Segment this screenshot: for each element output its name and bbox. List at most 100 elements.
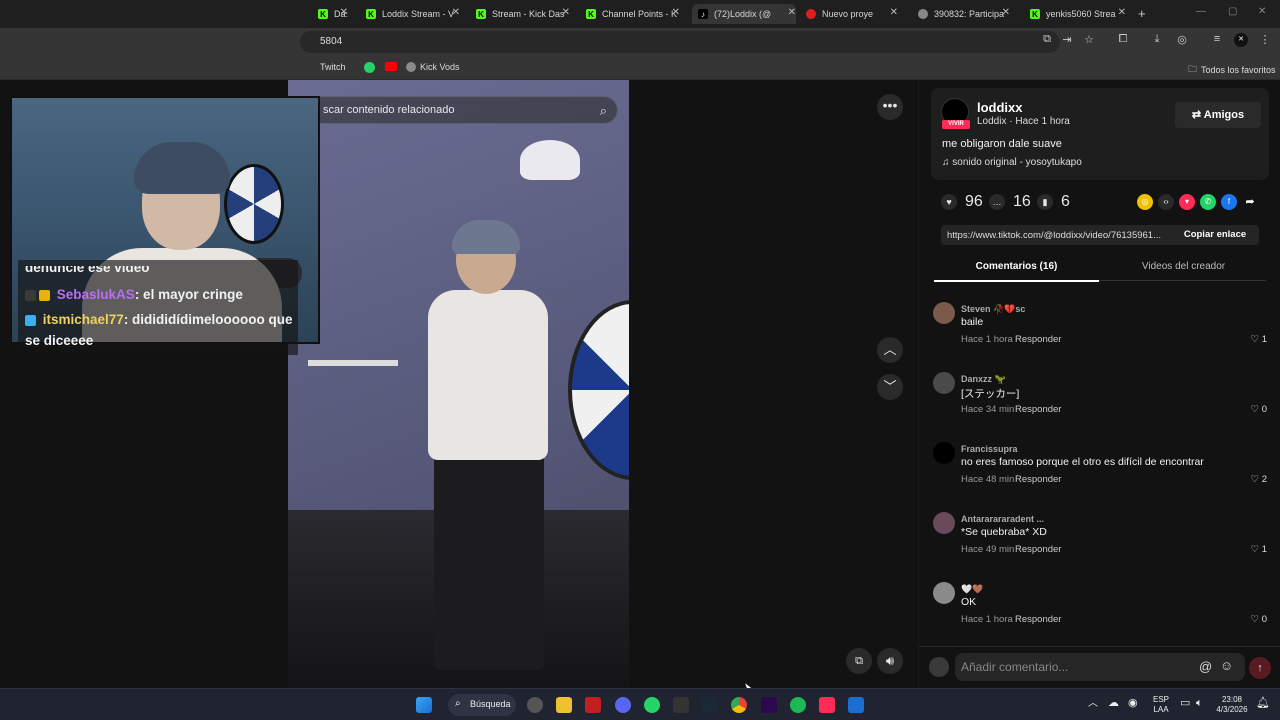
close-tab-icon[interactable]: ✕	[1002, 7, 1010, 18]
minimize-icon[interactable]: —	[1196, 6, 1206, 17]
steam-icon[interactable]	[702, 697, 718, 713]
new-tab-button[interactable]: +	[1138, 6, 1146, 21]
nvidia-app-icon[interactable]	[585, 697, 601, 713]
comment-author[interactable]: Antararararadent ...	[961, 514, 1044, 524]
comment-like-button[interactable]: ♡ 0	[1251, 614, 1267, 625]
profile-sync-icon[interactable]: ◎	[1175, 33, 1189, 47]
comment-avatar[interactable]	[933, 372, 955, 394]
like-button[interactable]: ♥ 96	[941, 193, 983, 211]
comment-like-button[interactable]: ♡ 0	[1251, 404, 1267, 415]
obs-icon[interactable]	[527, 697, 543, 713]
close-tab-icon[interactable]: ✕	[1118, 7, 1126, 18]
browser-tab[interactable]: Kyenkis5060 Strea ✕	[1030, 4, 1126, 24]
close-tab-icon[interactable]: ✕	[788, 7, 796, 18]
video-player[interactable]	[288, 80, 629, 688]
share-arrow-icon[interactable]: ➦	[1242, 194, 1258, 210]
discord-icon[interactable]	[615, 697, 631, 713]
taskbar-search[interactable]: ⌕ Búsqueda	[448, 694, 516, 716]
maximize-icon[interactable]: ▢	[1228, 6, 1237, 17]
comment-like-button[interactable]: ♡ 1	[1251, 544, 1267, 555]
bookmark-twitch[interactable]: Twitch	[320, 62, 346, 72]
reply-button[interactable]: Responder	[1015, 334, 1061, 345]
comment-author[interactable]: 🤍🤎	[961, 584, 983, 595]
profile-avatar[interactable]: ✕	[1234, 33, 1248, 47]
post-sound[interactable]: ♫ sonido original - yosoytukapo	[942, 157, 1082, 168]
emoji-icon[interactable]: ☺	[1220, 658, 1233, 673]
browser-tab[interactable]: K Da: ✕	[318, 4, 348, 24]
comment-avatar[interactable]	[933, 582, 955, 604]
downloads-icon[interactable]: ⤓	[1150, 33, 1164, 47]
more-options-button[interactable]: •••	[877, 94, 903, 120]
browser-tab[interactable]: K Stream - Kick Das ✕	[476, 4, 570, 24]
spotify-icon[interactable]	[790, 697, 806, 713]
copy-link-button[interactable]: Copiar enlace	[1175, 225, 1255, 245]
browser-tab[interactable]: ♪ (72)Loddix (@ ✕	[692, 4, 796, 24]
close-tab-icon[interactable]: ✕	[452, 7, 460, 18]
tiktok-studio-icon[interactable]	[819, 697, 835, 713]
app-icon[interactable]	[848, 697, 864, 713]
reply-button[interactable]: Responder	[1015, 474, 1061, 485]
install-icon[interactable]: ⇥	[1060, 33, 1074, 47]
menu-kebab-icon[interactable]: ⋮	[1258, 33, 1272, 47]
comment-avatar[interactable]	[933, 512, 955, 534]
bookmark-star-icon[interactable]: ☆	[1082, 33, 1096, 47]
comment-avatar[interactable]	[933, 302, 955, 324]
comment-like-button[interactable]: ♡ 1	[1251, 334, 1267, 345]
comment-author[interactable]: Francissupra	[961, 444, 1018, 454]
save-button[interactable]: ▮ 6	[1037, 193, 1070, 211]
search-icon[interactable]: ⌕	[600, 103, 607, 119]
creator-username[interactable]: loddixx	[977, 100, 1023, 115]
language-indicator[interactable]: ESP LAA	[1150, 695, 1172, 715]
speaker-icon[interactable]: 🔈︎	[1196, 698, 1203, 709]
close-tab-icon[interactable]: ✕	[562, 7, 570, 18]
comment-avatar[interactable]	[933, 442, 955, 464]
previous-video-button[interactable]: ︿	[877, 337, 903, 363]
file-explorer-icon[interactable]	[556, 697, 572, 713]
mention-icon[interactable]: @	[1199, 659, 1212, 674]
browser-tab[interactable]: Nuevo proye ✕	[806, 4, 898, 24]
browser-tab[interactable]: K Channel Points - K ✕	[586, 4, 680, 24]
address-bar[interactable]: 5804	[300, 31, 1060, 53]
clock[interactable]: 23:08 4/3/2026	[1212, 695, 1252, 715]
onedrive-icon[interactable]: ☁	[1108, 698, 1119, 709]
comment-author[interactable]: Danxzz 🦖	[961, 374, 1006, 385]
browser-tab[interactable]: K Loddix Stream - V ✕	[366, 4, 460, 24]
volume-icon[interactable]: 🔊︎	[877, 648, 903, 674]
send-comment-button[interactable]: ↑	[1249, 657, 1271, 679]
coin-share-icon[interactable]: ◎	[1137, 194, 1153, 210]
reply-button[interactable]: Responder	[1015, 404, 1061, 415]
close-window-icon[interactable]: ✕	[1258, 6, 1266, 17]
creator-avatar[interactable]: VIVIR	[941, 98, 970, 129]
tray-overflow-icon[interactable]: ︿	[1088, 699, 1098, 709]
whatsapp-share-icon[interactable]: ✆	[1200, 194, 1216, 210]
all-bookmarks[interactable]: 🗀 Todos los favoritos	[1188, 62, 1276, 78]
tray-app-icon[interactable]: ◉	[1128, 698, 1138, 709]
friends-button[interactable]: ⇄ Amigos	[1175, 102, 1261, 128]
bookmark-youtube[interactable]	[385, 62, 397, 71]
extensions-icon[interactable]: ⧠	[1116, 33, 1130, 47]
bookmark-whatsapp[interactable]	[364, 62, 375, 73]
browser-tab[interactable]: 390832: Participa ✕	[918, 4, 1010, 24]
bookmark-kick-vods[interactable]: Kick Vods	[406, 62, 460, 72]
close-tab-icon[interactable]: ✕	[672, 7, 680, 18]
send-share-icon[interactable]: ▾	[1179, 194, 1195, 210]
start-button[interactable]	[416, 697, 432, 713]
network-icon[interactable]: ▭	[1180, 698, 1190, 709]
epic-games-icon[interactable]	[673, 697, 689, 713]
chrome-icon[interactable]	[731, 697, 747, 713]
embed-icon[interactable]: ‹›	[1158, 194, 1174, 210]
tab-creator-videos[interactable]: Videos del creador	[1101, 261, 1266, 272]
pip-button[interactable]: ⧉	[846, 648, 872, 674]
translate-icon[interactable]: ⧉	[1040, 33, 1054, 47]
media-control-icon[interactable]: ≡	[1210, 33, 1224, 47]
comment-button[interactable]: … 16	[989, 193, 1031, 211]
close-tab-icon[interactable]: ✕	[890, 7, 898, 18]
related-search-bar[interactable]: scar contenido relacionado ⌕	[300, 96, 618, 124]
premiere-icon[interactable]	[761, 697, 777, 713]
facebook-share-icon[interactable]: f	[1221, 194, 1237, 210]
next-video-button[interactable]: ﹀	[877, 374, 903, 400]
whatsapp-icon[interactable]	[644, 697, 660, 713]
comment-like-button[interactable]: ♡ 2	[1251, 474, 1267, 485]
notification-bell-icon[interactable]: 🔔︎	[1256, 698, 1270, 709]
tab-comments[interactable]: Comentarios (16)	[934, 261, 1099, 282]
